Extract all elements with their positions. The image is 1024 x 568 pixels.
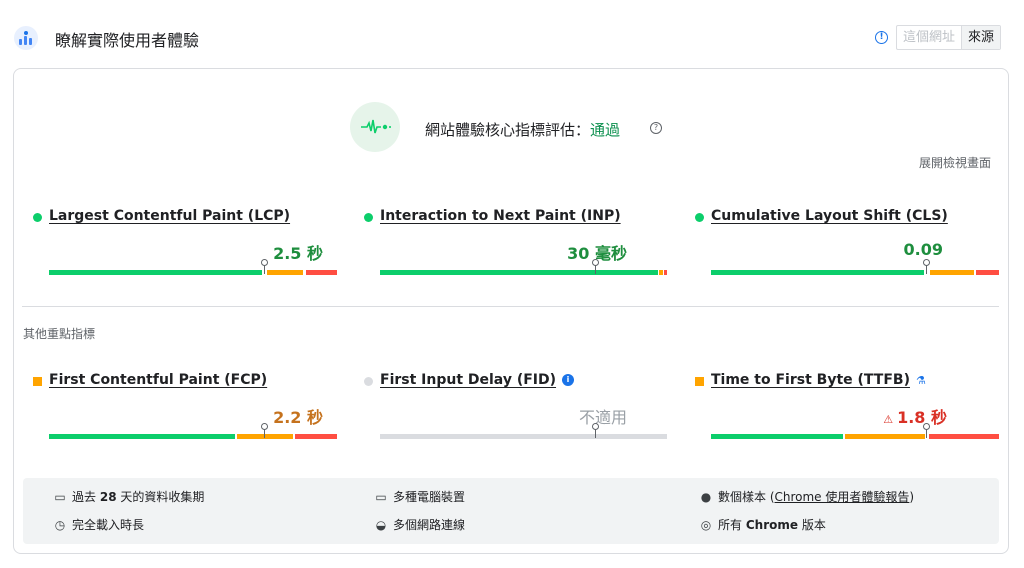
status-needs-improvement-icon — [695, 377, 704, 386]
chrome-icon: ◎ — [700, 518, 712, 532]
distribution-bar — [380, 423, 668, 439]
status-not-available-icon — [364, 377, 373, 386]
metric-name-text[interactable]: First Input Delay (FID) — [380, 372, 556, 388]
network-type: ◒ 多個網路連線 — [375, 518, 466, 532]
device-type: ▭ 多種電腦裝置 — [375, 490, 466, 504]
metric-name[interactable]: Cumulative Layout Shift (CLS) — [711, 208, 948, 224]
assessment-result: 通過 — [590, 121, 621, 139]
metric-name: Time to First Byte (TTFB) ⚗ — [711, 372, 926, 388]
assessment-text: 網站體驗核心指標評估：通過 — [425, 119, 620, 140]
distribution-bar — [380, 259, 668, 275]
devices-icon: ▭ — [375, 490, 387, 504]
tab-origin[interactable]: 來源 — [962, 26, 1001, 49]
load-duration: ◷ 完全載入時長 — [54, 518, 145, 532]
percentile-marker — [923, 259, 930, 274]
chrome-versions: ◎ 所有 Chrome 版本 — [700, 518, 826, 532]
tab-this-url[interactable]: 這個網址 — [897, 26, 963, 49]
page-header: 瞭解實際使用者體驗 ! 這個網址 來源 — [0, 0, 1024, 70]
page-title: 瞭解實際使用者體驗 — [55, 31, 200, 50]
percentile-marker — [592, 423, 599, 438]
metric-name-text[interactable]: Time to First Byte (TTFB) — [711, 372, 910, 388]
samples-icon: ● — [700, 490, 712, 504]
data-info-footer: ▭ 過去 28 天的資料收集期 ▭ 多種電腦裝置 ● 數個樣本 (Chrome 使用者… — [23, 478, 999, 544]
distribution-bar — [49, 423, 337, 439]
info-icon[interactable]: i — [562, 374, 575, 386]
percentile-marker — [923, 423, 930, 438]
metric-lcp: Largest Contentful Paint (LCP) 2.5 秒 — [33, 204, 337, 275]
metric-ttfb: Time to First Byte (TTFB) ⚗ ⚠ 1.8 秒 — [695, 368, 999, 439]
distribution-bar — [711, 259, 999, 275]
metric-value: 0.09 — [903, 240, 943, 259]
help-icon[interactable]: ? — [650, 122, 662, 134]
metric-fcp: First Contentful Paint (FCP) 2.2 秒 — [33, 368, 337, 439]
info-icon[interactable]: ! — [875, 31, 888, 44]
metric-value: 不適用 — [578, 408, 627, 427]
collection-period: ▭ 過去 28 天的資料收集期 — [54, 490, 205, 504]
crux-logo-icon — [14, 26, 38, 50]
metric-value: 2.5 秒 — [273, 244, 323, 263]
distribution-bar — [49, 259, 337, 275]
expand-view-link[interactable]: 展開檢視畫面 — [919, 154, 991, 171]
section-divider — [22, 306, 999, 307]
metric-name[interactable]: Interaction to Next Paint (INP) — [380, 208, 621, 224]
experimental-beaker-icon: ⚗ — [915, 373, 926, 387]
other-metrics-label: 其他重點指標 — [23, 327, 96, 341]
metric-fid: First Input Delay (FID) i 不適用 — [364, 368, 667, 439]
metric-name[interactable]: Largest Contentful Paint (LCP) — [49, 208, 290, 224]
calendar-icon: ▭ — [54, 490, 66, 504]
metric-cls: Cumulative Layout Shift (CLS) 0.09 — [695, 204, 999, 275]
metric-inp: Interaction to Next Paint (INP) 30 毫秒 — [364, 204, 667, 275]
status-good-icon — [33, 213, 42, 222]
metric-name: First Input Delay (FID) i — [380, 372, 575, 388]
wifi-icon: ◒ — [375, 518, 387, 532]
metric-value-text: 1.8 秒 — [897, 408, 947, 427]
metric-value: 2.2 秒 — [273, 408, 323, 427]
crux-report-link[interactable]: Chrome 使用者體驗報告 — [775, 490, 910, 504]
timer-icon: ◷ — [54, 518, 66, 532]
distribution-bar — [711, 423, 999, 439]
percentile-marker — [261, 259, 268, 274]
metric-value: ⚠ 1.8 秒 — [883, 404, 947, 428]
percentile-marker — [261, 423, 268, 438]
status-needs-improvement-icon — [33, 377, 42, 386]
sample-info: ● 數個樣本 (Chrome 使用者體驗報告) — [700, 490, 915, 504]
percentile-marker — [592, 259, 599, 274]
status-good-icon — [695, 213, 704, 222]
metric-name[interactable]: First Contentful Paint (FCP) — [49, 372, 267, 388]
scope-tabs: 這個網址 來源 — [896, 25, 1002, 50]
assessment-label: 網站體驗核心指標評估： — [425, 121, 591, 139]
warning-icon: ⚠ — [883, 413, 894, 426]
pulse-icon — [350, 102, 400, 152]
status-good-icon — [364, 213, 373, 222]
